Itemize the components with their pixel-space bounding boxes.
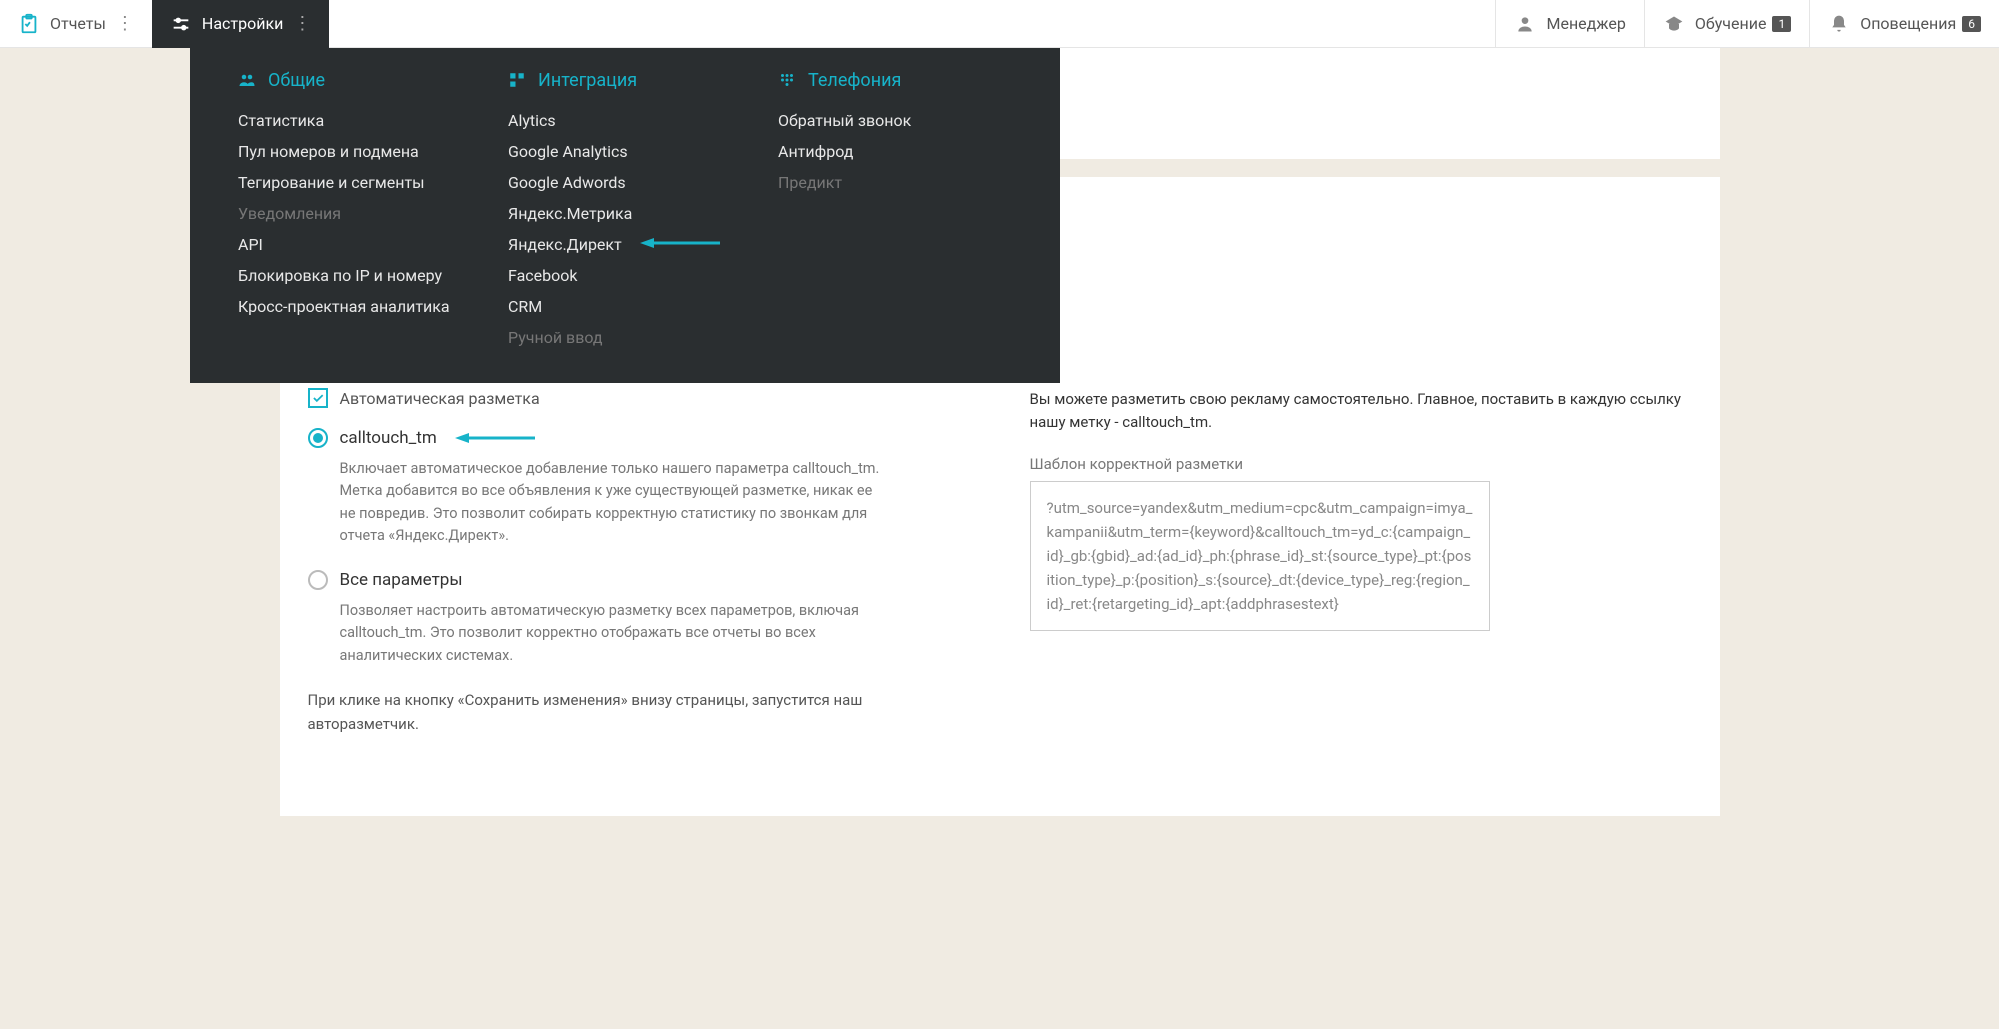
radio-calltouch-label: calltouch_tm xyxy=(340,428,437,448)
dropdown-item-label: Обратный звонок xyxy=(778,111,911,130)
right-intro: Вы можете разметить свою рекламу самосто… xyxy=(1030,388,1692,435)
dropdown-item-label: Блокировка по IP и номеру xyxy=(238,266,442,285)
radio-allparams-label: Все параметры xyxy=(340,570,463,590)
dropdown-item-label: API xyxy=(238,235,263,254)
dropdown-col-telephony: Телефония Обратный звонок Антифрод Предикт xyxy=(760,70,1030,353)
dropdown-header-integration-label: Интеграция xyxy=(538,70,637,91)
dropdown-item[interactable]: Статистика xyxy=(238,105,472,136)
dropdown-col-integration: Интеграция Alytics Google Analytics Google… xyxy=(490,70,760,353)
dialpad-icon xyxy=(778,71,798,91)
left-column: Автоматическая разметка calltouch_tm Вкл… xyxy=(308,388,1000,776)
radio-calltouch-block: calltouch_tm Включает автоматическое доб… xyxy=(308,428,970,548)
nav-manager-label: Менеджер xyxy=(1546,14,1625,33)
dots-icon[interactable]: ⋮ xyxy=(116,13,134,34)
auto-markup-label: Автоматическая разметка xyxy=(340,389,540,408)
arrow-annotation-icon xyxy=(640,236,720,250)
dropdown-item: Предикт xyxy=(778,167,1012,198)
dropdown-item-label: Facebook xyxy=(508,266,577,285)
nav-settings[interactable]: Настройки ⋮ xyxy=(152,0,329,48)
dropdown-item-label: Тегирование и сегменты xyxy=(238,173,425,192)
dropdown-item[interactable]: Антифрод xyxy=(778,136,1012,167)
right-column: Вы можете разметить свою рекламу самосто… xyxy=(1000,388,1692,776)
radio-calltouch-desc: Включает автоматическое добавление тольк… xyxy=(340,458,880,548)
dropdown-header-general-label: Общие xyxy=(268,70,325,91)
person-icon xyxy=(1514,13,1536,35)
dropdown-item: Ручной ввод xyxy=(508,322,742,353)
training-badge: 1 xyxy=(1772,16,1791,32)
blocks-icon xyxy=(508,71,528,91)
dropdown-header-telephony-label: Телефония xyxy=(808,70,901,91)
dropdown-item[interactable]: Яндекс.Директ xyxy=(508,229,742,260)
dots-icon[interactable]: ⋮ xyxy=(293,13,311,34)
radio-allparams-desc: Позволяет настроить автоматическую разме… xyxy=(340,600,880,667)
dropdown-item[interactable]: Google Adwords xyxy=(508,167,742,198)
dropdown-header-general: Общие xyxy=(238,70,472,91)
topbar-right: Менеджер Обучение 1 Оповещения 6 xyxy=(1495,0,1999,48)
radio-allparams[interactable] xyxy=(308,570,328,590)
dropdown-item-label: Ручной ввод xyxy=(508,328,603,347)
topbar: Отчеты ⋮ Настройки ⋮ Менеджер xyxy=(0,0,1999,48)
people-icon xyxy=(238,71,258,91)
template-box[interactable]: ?utm_source=yandex&utm_medium=cpc&utm_ca… xyxy=(1030,481,1490,631)
dropdown-item-label: Alytics xyxy=(508,111,556,130)
dropdown-item[interactable]: Google Analytics xyxy=(508,136,742,167)
nav-alerts-label: Оповещения xyxy=(1860,14,1956,33)
dropdown-item-label: Кросс-проектная аналитика xyxy=(238,297,450,316)
dropdown-col-general: Общие Статистика Пул номеров и подмена Тег… xyxy=(220,70,490,353)
dropdown-item-label: Яндекс.Директ xyxy=(508,235,622,254)
dropdown-item[interactable]: Alytics xyxy=(508,105,742,136)
arrow-annotation-icon xyxy=(455,431,535,445)
clipboard-icon xyxy=(18,13,40,35)
dropdown-item-label: Яндекс.Метрика xyxy=(508,204,632,223)
dropdown-item-label: Предикт xyxy=(778,173,842,192)
dropdown-item-label: Google Adwords xyxy=(508,173,626,192)
dropdown-header-integration: Интеграция xyxy=(508,70,742,91)
nav-training[interactable]: Обучение 1 xyxy=(1644,0,1809,48)
radio-calltouch[interactable] xyxy=(308,428,328,448)
dropdown-item[interactable]: Пул номеров и подмена xyxy=(238,136,472,167)
dropdown-item-label: Пул номеров и подмена xyxy=(238,142,419,161)
dropdown-item[interactable]: Блокировка по IP и номеру xyxy=(238,260,472,291)
dropdown-item[interactable]: API xyxy=(238,229,472,260)
dropdown-item-label: CRM xyxy=(508,297,542,316)
dropdown-item-label: Статистика xyxy=(238,111,324,130)
nav-reports-label: Отчеты xyxy=(50,14,106,33)
template-label: Шаблон корректной разметки xyxy=(1030,455,1692,473)
dropdown-item[interactable]: Тегирование и сегменты xyxy=(238,167,472,198)
dropdown-item[interactable]: Кросс-проектная аналитика xyxy=(238,291,472,322)
dropdown-item[interactable]: Яндекс.Метрика xyxy=(508,198,742,229)
alerts-badge: 6 xyxy=(1962,16,1981,32)
settings-dropdown: Общие Статистика Пул номеров и подмена Тег… xyxy=(190,48,1060,383)
radio-allparams-block: Все параметры Позволяет настроить автома… xyxy=(308,570,970,667)
nav-training-label: Обучение xyxy=(1695,14,1767,33)
dropdown-item-label: Google Analytics xyxy=(508,142,628,161)
dropdown-item[interactable]: Facebook xyxy=(508,260,742,291)
nav-alerts[interactable]: Оповещения 6 xyxy=(1809,0,1999,48)
dropdown-item[interactable]: Обратный звонок xyxy=(778,105,1012,136)
nav-settings-label: Настройки xyxy=(202,14,283,33)
footer-note: При клике на кнопку «Сохранить изменения… xyxy=(308,689,948,736)
dropdown-item-label: Антифрод xyxy=(778,142,853,161)
graduation-icon xyxy=(1663,13,1685,35)
nav-reports[interactable]: Отчеты ⋮ xyxy=(0,0,152,48)
dropdown-item: Уведомления xyxy=(238,198,472,229)
dropdown-item-label: Уведомления xyxy=(238,204,341,223)
dropdown-header-telephony: Телефония xyxy=(778,70,1012,91)
dropdown-item[interactable]: CRM xyxy=(508,291,742,322)
auto-markup-row: Автоматическая разметка xyxy=(308,388,970,408)
nav-manager[interactable]: Менеджер xyxy=(1495,0,1643,48)
auto-markup-checkbox[interactable] xyxy=(308,388,328,408)
topbar-left: Отчеты ⋮ Настройки ⋮ xyxy=(0,0,329,48)
sliders-icon xyxy=(170,13,192,35)
bell-icon xyxy=(1828,13,1850,35)
